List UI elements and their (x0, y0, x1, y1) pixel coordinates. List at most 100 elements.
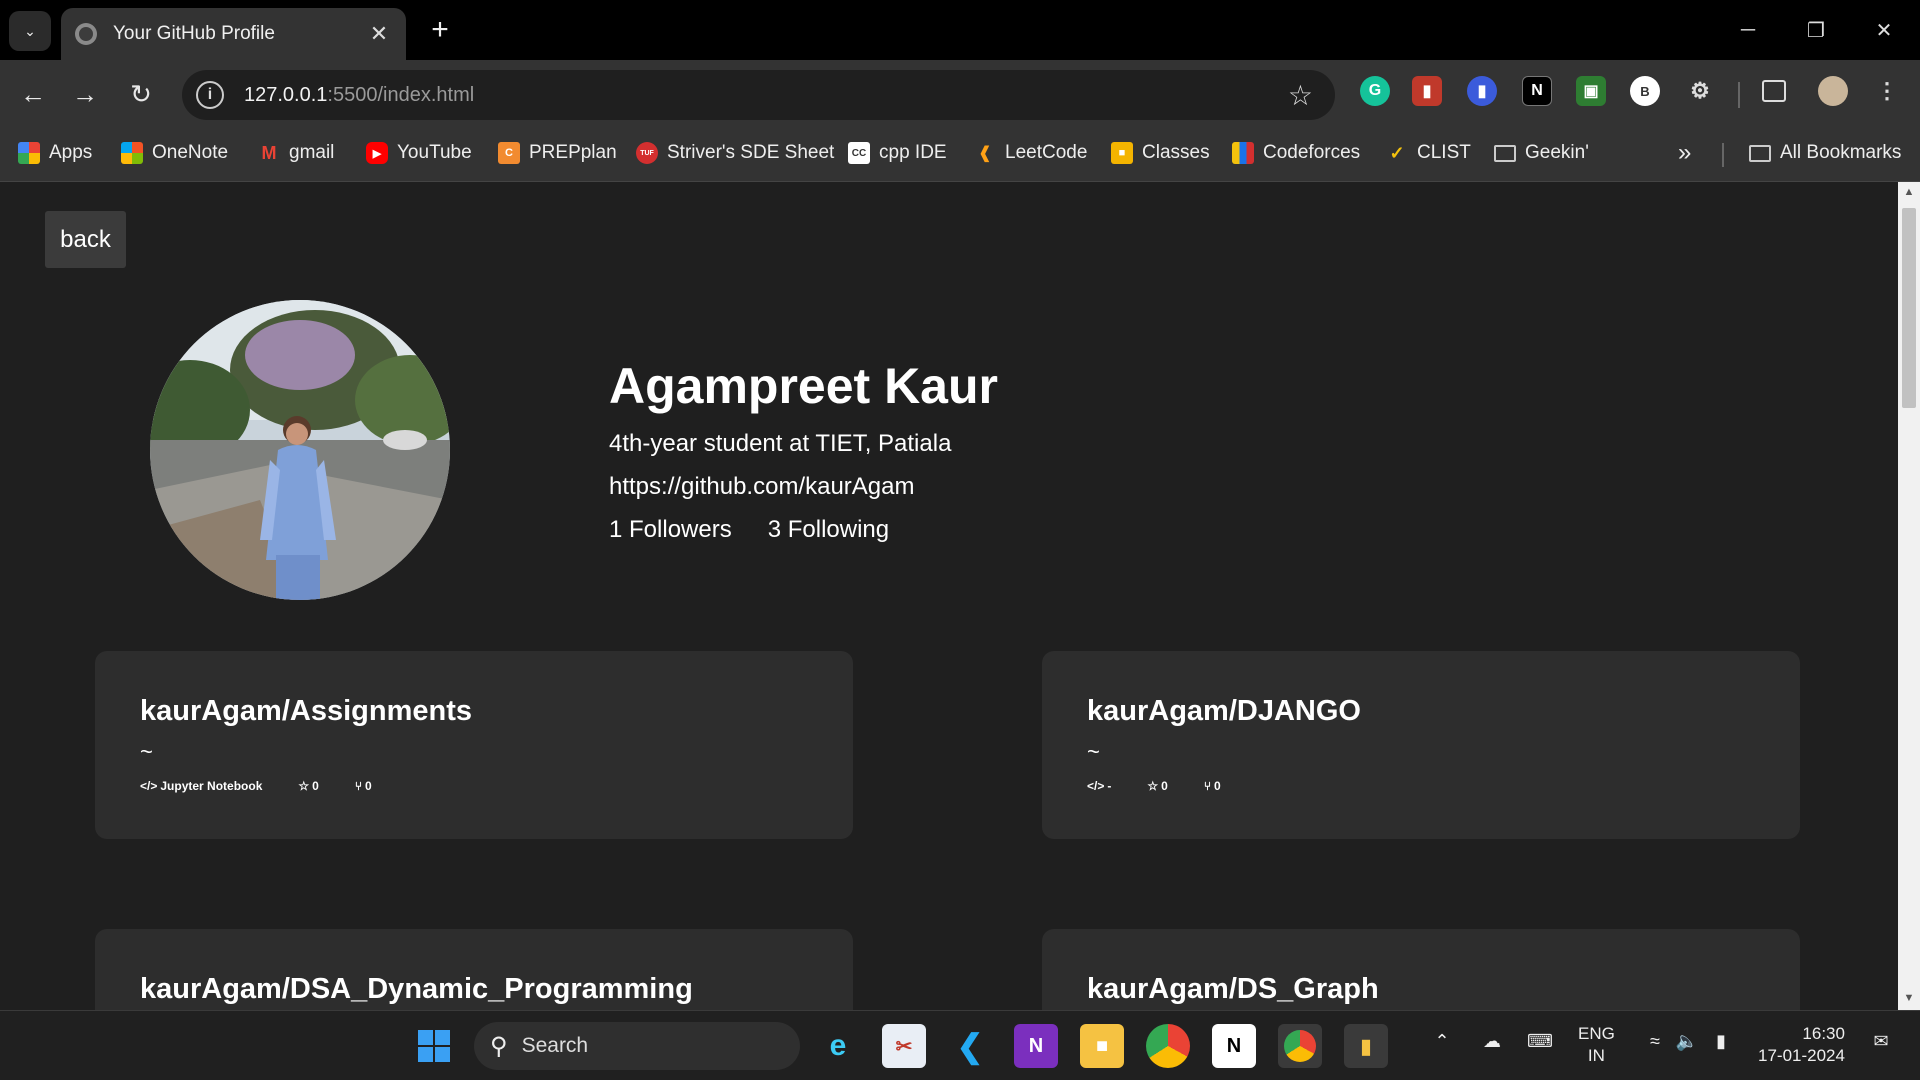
battery-icon[interactable]: ▮ (1706, 1031, 1736, 1052)
tab-title: Your GitHub Profile (113, 23, 275, 44)
avatar[interactable] (1818, 76, 1848, 106)
site-info-icon[interactable]: i (196, 81, 224, 109)
new-tab-button[interactable]: + (424, 13, 456, 46)
globe-icon (75, 23, 97, 45)
notion-ext-icon[interactable]: N (1522, 76, 1552, 106)
lock-green-icon[interactable]: ▣ (1576, 76, 1606, 106)
snipping-tool-icon[interactable]: ✂ (882, 1024, 926, 1068)
bookmark-onenote[interactable]: OneNote (121, 138, 228, 168)
leetcode-icon: ❰ (978, 145, 992, 162)
side-panel-icon[interactable] (1762, 80, 1786, 102)
bookmark-red-icon[interactable]: ▮ (1412, 76, 1442, 106)
repo-name[interactable]: kaurAgam/DS_Graph (1087, 973, 1379, 1006)
scroll-up-icon[interactable]: ▲ (1903, 186, 1915, 198)
profile-photo (150, 300, 450, 600)
bookmark-codeforces[interactable]: Codeforces (1232, 138, 1360, 168)
scroll-down-icon[interactable]: ▼ (1903, 992, 1915, 1004)
repo-card[interactable]: kaurAgam/Assignments ~ </> Jupyter Notebo… (95, 651, 853, 839)
following-count[interactable]: 3 Following (768, 516, 889, 544)
minimize-button[interactable]: ─ (1726, 10, 1770, 50)
bookmark-star-icon[interactable]: ☆ (1288, 79, 1313, 112)
volume-icon[interactable]: 🔈 (1672, 1031, 1702, 1052)
profile-badge-icon[interactable]: B (1630, 76, 1660, 106)
vscode-icon[interactable]: ❮ (948, 1024, 992, 1068)
back-button[interactable]: back (45, 211, 126, 268)
file-explorer-active-icon[interactable]: ▮ (1344, 1024, 1388, 1068)
bookmark-youtube[interactable]: ▶ YouTube (366, 138, 472, 168)
chrome-icon[interactable] (1146, 1024, 1190, 1068)
windows-logo (418, 1030, 450, 1062)
bookmark-label: cpp IDE (879, 142, 947, 163)
bookmark-cpp-ide[interactable]: CC cpp IDE (848, 138, 947, 168)
repo-stars: 0 (312, 779, 319, 793)
edge-icon[interactable]: e (816, 1024, 860, 1068)
search-icon: ⚲ (490, 1032, 508, 1060)
browser-toolbar: ← → ↻ i 127.0.0.1:5500/index.html ☆ G ▮ … (0, 60, 1920, 128)
reload-icon[interactable]: ↻ (121, 74, 161, 114)
bookmarks-overflow-button[interactable]: » (1678, 138, 1691, 168)
star-icon: ☆ (298, 779, 310, 793)
repo-card[interactable]: kaurAgam/DS_Graph (1042, 929, 1800, 1010)
repo-forks: 0 (365, 779, 372, 793)
bookmark-apps[interactable]: Apps (18, 138, 92, 168)
bookmark-leetcode[interactable]: ❰ LeetCode (974, 138, 1087, 168)
windows-start-icon[interactable] (412, 1024, 456, 1068)
onedrive-error-icon[interactable]: ☁ (1476, 1031, 1508, 1052)
tab-search-button[interactable]: ⌄ (9, 11, 51, 51)
repo-forks: 0 (1214, 779, 1221, 793)
repo-card[interactable]: kaurAgam/DSA_Dynamic_Programming (95, 929, 853, 1010)
chrome-profile-icon[interactable] (1278, 1024, 1322, 1068)
fork-icon: ⑂ (354, 779, 363, 793)
bookmark-striver[interactable]: TUF Striver's SDE Sheet (636, 138, 834, 168)
notion-icon[interactable]: N (1212, 1024, 1256, 1068)
all-bookmarks-button[interactable]: All Bookmarks (1749, 138, 1901, 168)
back-arrow-icon[interactable]: ← (13, 74, 53, 114)
file-explorer-icon[interactable]: ■ (1080, 1024, 1124, 1068)
bookmark-label: Apps (49, 142, 93, 163)
codeforces-icon (1232, 142, 1254, 164)
gmail-icon: M (261, 142, 277, 163)
bookmark-prepplan[interactable]: C PREPplan (498, 138, 617, 168)
repo-name[interactable]: kaurAgam/DJANGO (1087, 695, 1361, 728)
repo-description: ~ (1087, 739, 1100, 764)
folder-icon (1494, 144, 1516, 162)
address-bar[interactable]: i 127.0.0.1:5500/index.html ☆ (182, 70, 1335, 120)
bookmark-label: CLIST (1417, 142, 1471, 163)
followers-count[interactable]: 1 Followers (609, 516, 732, 544)
extensions-puzzle-icon[interactable]: ⚙ (1685, 76, 1715, 106)
repo-language: - (1107, 779, 1112, 793)
language-indicator[interactable]: ENG IN (1578, 1023, 1615, 1067)
bookmark-label: Geekin' (1525, 142, 1589, 163)
repo-name[interactable]: kaurAgam/Assignments (140, 695, 472, 728)
keyboard-icon[interactable]: ⌨ (1524, 1031, 1556, 1052)
clist-icon: ✓ (1389, 142, 1405, 163)
menu-dots-icon[interactable]: ⋮ (1872, 76, 1902, 106)
close-icon[interactable]: ✕ (366, 21, 392, 47)
chrome-icon (1284, 1030, 1316, 1062)
url-text[interactable]: 127.0.0.1:5500/index.html (244, 84, 1288, 107)
bookmark-geekin[interactable]: Geekin' (1494, 138, 1589, 168)
forward-arrow-icon[interactable]: → (65, 74, 105, 114)
wifi-icon[interactable]: ≈ (1640, 1031, 1670, 1052)
cc-icon: CC (848, 142, 870, 164)
shield-blue-icon[interactable]: ▮ (1467, 76, 1497, 106)
repo-meta: </> - ☆ 0 ⑂ 0 (1087, 779, 1257, 793)
page-scrollbar[interactable]: ▲ ▼ (1898, 182, 1920, 1010)
tab-active[interactable]: Your GitHub Profile ✕ (61, 8, 406, 60)
profile-url-link[interactable]: https://github.com/kaurAgam (609, 473, 914, 501)
window-close-button[interactable]: ✕ (1862, 10, 1906, 50)
scrollbar-thumb[interactable] (1902, 208, 1916, 408)
taskbar-search[interactable]: ⚲ Search (474, 1022, 800, 1070)
bookmark-classes[interactable]: ■ Classes (1111, 138, 1210, 168)
tray-overflow-icon[interactable]: ⌃ (1428, 1031, 1456, 1052)
repo-name[interactable]: kaurAgam/DSA_Dynamic_Programming (140, 973, 693, 1006)
bookmark-clist[interactable]: ✓ CLIST (1386, 138, 1471, 168)
bookmark-gmail[interactable]: M gmail (258, 138, 335, 168)
clock[interactable]: 16:30 17-01-2024 (1758, 1023, 1845, 1067)
lang-top: ENG (1578, 1024, 1615, 1043)
grammarly-icon[interactable]: G (1360, 76, 1390, 106)
notification-icon[interactable]: ✉ (1866, 1031, 1896, 1052)
restore-button[interactable]: ❐ (1794, 10, 1838, 50)
onenote-icon[interactable]: N (1014, 1024, 1058, 1068)
repo-card[interactable]: kaurAgam/DJANGO ~ </> - ☆ 0 ⑂ 0 (1042, 651, 1800, 839)
